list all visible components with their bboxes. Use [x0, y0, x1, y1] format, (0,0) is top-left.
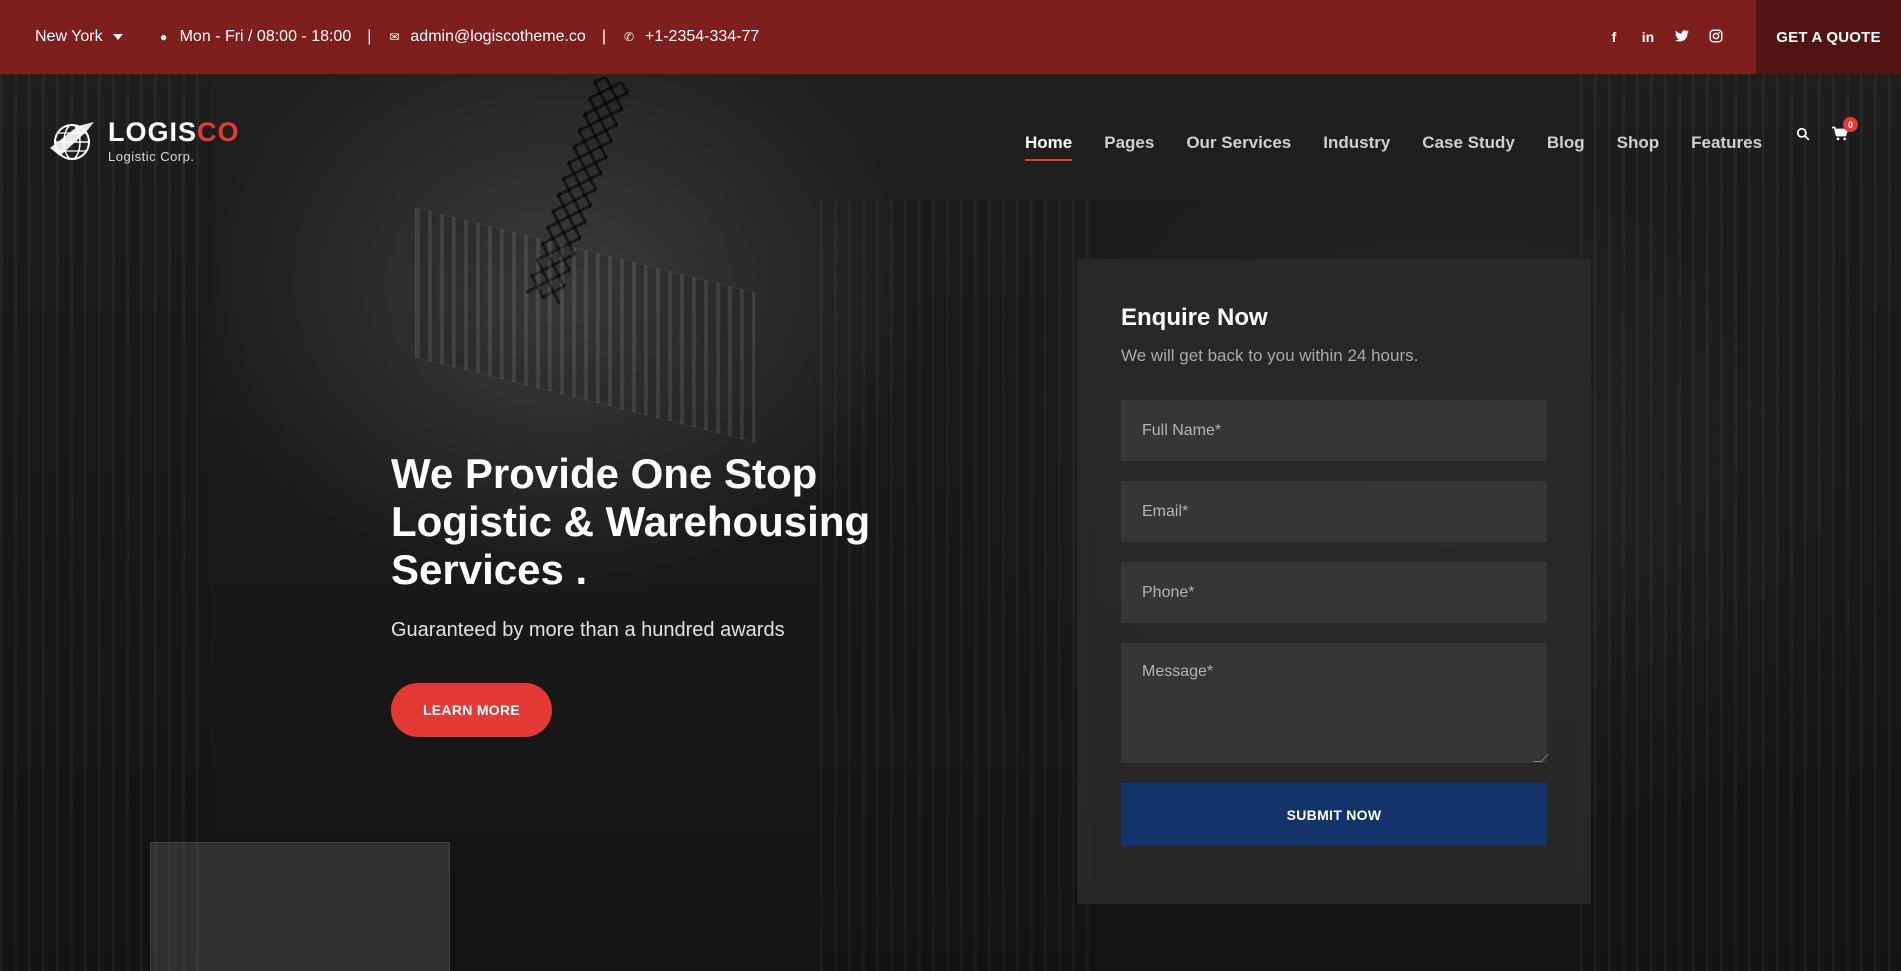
- phone-text: +1-2354-334-77: [644, 28, 760, 45]
- brand-tagline: Logistic Corp.: [108, 149, 195, 164]
- nav-item-home[interactable]: Home: [1025, 133, 1073, 161]
- working-hours: ● Mon - Fri / 08:00 - 18:00: [157, 28, 352, 46]
- location-label: New York: [35, 28, 103, 45]
- top-bar: New York ● Mon - Fri / 08:00 - 18:00 | ✉…: [0, 0, 1901, 74]
- learn-more-button[interactable]: LEARN MORE: [391, 683, 552, 737]
- nav-item-case-study[interactable]: Case Study: [1422, 133, 1515, 153]
- chevron-down-icon: [112, 34, 123, 40]
- enquiry-subtitle: We will get back to you within 24 hours.: [1121, 346, 1419, 365]
- nav-tools: 0: [1796, 117, 1858, 146]
- phone-icon: ✆: [623, 30, 635, 44]
- enquiry-title: Enquire Now: [1121, 304, 1268, 331]
- top-bar-info: New York ● Mon - Fri / 08:00 - 18:00 | ✉…: [0, 28, 759, 46]
- full-name-field[interactable]: [1121, 400, 1547, 461]
- hours-text: Mon - Fri / 08:00 - 18:00: [179, 28, 352, 45]
- cart-count-badge: 0: [1843, 117, 1858, 132]
- main-navigation: Home Pages Our Services Industry Case St…: [1025, 133, 1794, 161]
- nav-item-pages[interactable]: Pages: [1104, 133, 1154, 153]
- brand-text: LOGISCO Logistic Corp.: [108, 119, 240, 164]
- divider: |: [367, 28, 372, 45]
- email-field[interactable]: [1121, 481, 1547, 542]
- divider: |: [601, 28, 606, 45]
- nav-item-our-services[interactable]: Our Services: [1186, 133, 1291, 153]
- hero-subtitle: Guaranteed by more than a hundred awards: [391, 619, 785, 641]
- instagram-icon[interactable]: [1699, 28, 1733, 46]
- nav-item-blog[interactable]: Blog: [1547, 133, 1585, 153]
- location-dropdown[interactable]: New York: [35, 28, 123, 46]
- social-links: f in: [1597, 0, 1733, 74]
- linkedin-icon[interactable]: in: [1631, 29, 1665, 45]
- phone-link[interactable]: ✆ +1-2354-334-77: [622, 28, 759, 46]
- nav-item-shop[interactable]: Shop: [1617, 133, 1660, 153]
- twitter-icon[interactable]: [1665, 29, 1699, 45]
- cart-button[interactable]: 0: [1832, 117, 1858, 146]
- brand-name: LOGISCO: [108, 119, 240, 146]
- submit-button[interactable]: SUBMIT NOW: [1121, 783, 1547, 846]
- hero-title: We Provide One Stop Logistic & Warehousi…: [391, 450, 871, 593]
- globe-plane-icon: [48, 118, 98, 164]
- enquiry-form: Enquire Now We will get back to you with…: [1077, 259, 1591, 904]
- clock-icon: ●: [159, 30, 168, 44]
- facebook-icon[interactable]: f: [1597, 29, 1631, 45]
- nav-item-features[interactable]: Features: [1691, 133, 1762, 153]
- email-text: admin@logiscotheme.co: [410, 28, 586, 45]
- brand-logo[interactable]: LOGISCO Logistic Corp.: [48, 118, 240, 164]
- envelope-icon: ✉: [389, 30, 400, 44]
- phone-field[interactable]: [1121, 562, 1547, 623]
- email-link[interactable]: ✉ admin@logiscotheme.co: [387, 28, 585, 46]
- search-icon[interactable]: [1796, 127, 1810, 146]
- brand-name-accent: CO: [197, 117, 240, 147]
- brand-name-main: LOGIS: [108, 117, 198, 147]
- message-field[interactable]: [1121, 643, 1547, 763]
- get-a-quote-button[interactable]: GET A QUOTE: [1756, 0, 1901, 74]
- nav-item-industry[interactable]: Industry: [1323, 133, 1390, 153]
